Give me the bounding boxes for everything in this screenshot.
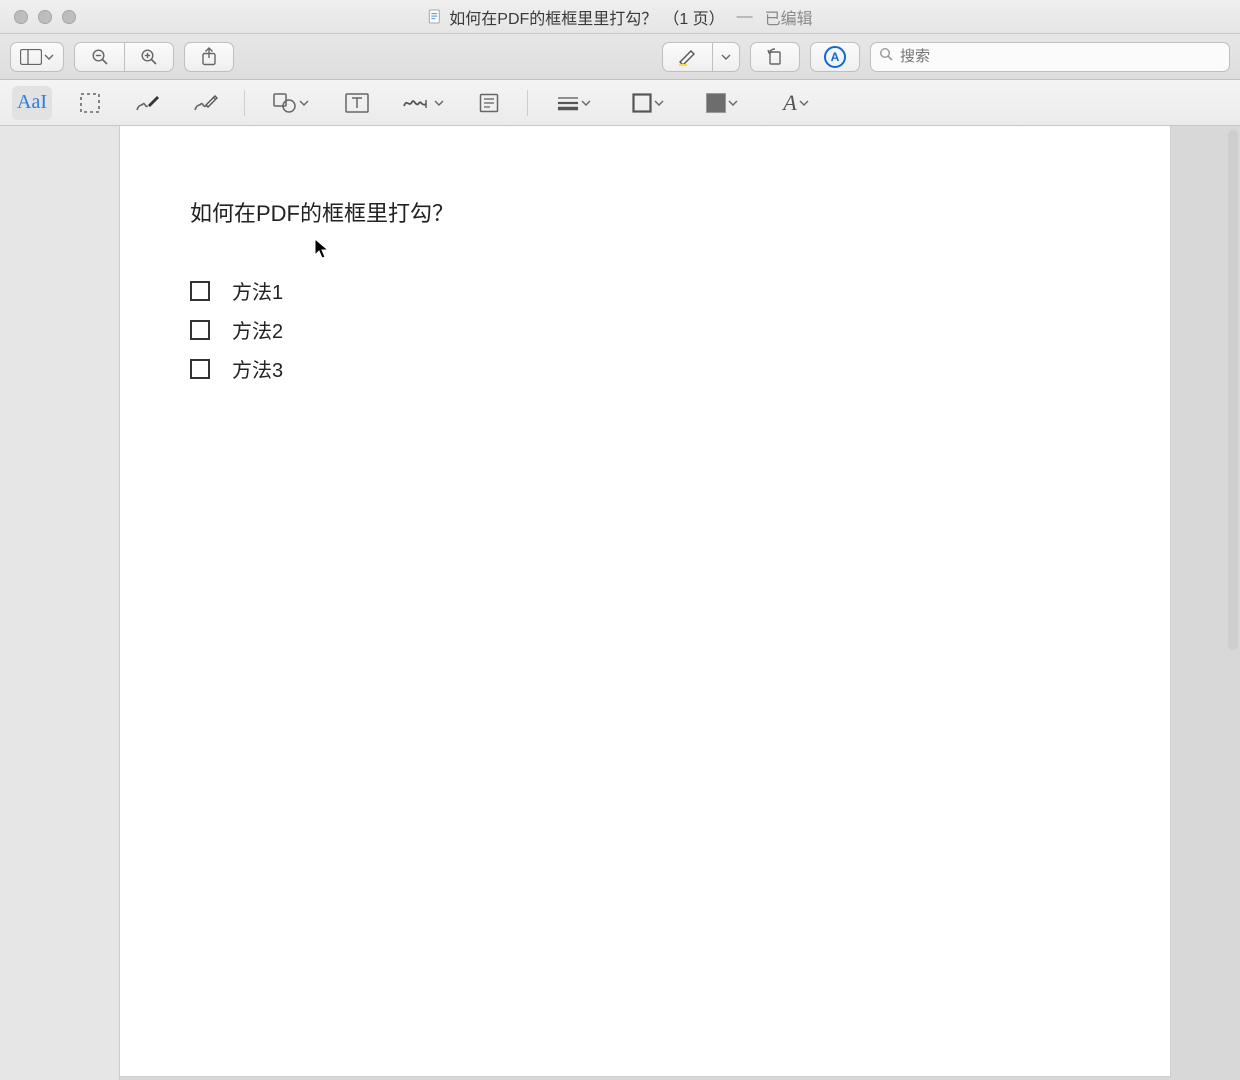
sign-tool[interactable] (395, 86, 451, 120)
search-icon (879, 47, 894, 67)
sketch-icon (135, 92, 161, 114)
chevron-down-icon (434, 98, 444, 108)
chevron-down-icon (581, 98, 591, 108)
document-heading: 如何在PDF的框框里打勾？ (190, 196, 1110, 228)
search-input[interactable] (900, 48, 1221, 65)
text-box-tool[interactable] (337, 86, 377, 120)
text-style-icon: A (783, 90, 796, 116)
signature-icon (402, 94, 432, 112)
list-item-label: 方法2 (232, 315, 283, 344)
minimize-window-button[interactable] (38, 10, 52, 24)
sidebar-toggle-button[interactable] (10, 42, 64, 72)
text-selection-icon: AaI (17, 91, 47, 114)
chevron-down-icon (654, 98, 664, 108)
window-titlebar: 如何在PDF的框框里里打勾？ （1 页） — 已编辑 (0, 0, 1240, 34)
document-title: 如何在PDF的框框里里打勾？ (449, 5, 657, 29)
note-tool[interactable] (469, 86, 509, 120)
highlight-dropdown-button[interactable] (712, 42, 740, 72)
content-area: 如何在PDF的框框里打勾？ 方法1 方法2 方法3 (0, 126, 1240, 1080)
fill-color-tool[interactable] (694, 86, 750, 120)
zoom-in-button[interactable] (124, 42, 174, 72)
search-field[interactable] (870, 42, 1230, 72)
thumbnail-sidebar[interactable] (0, 126, 120, 1080)
list-item-label: 方法1 (232, 276, 283, 305)
highlight-group (662, 42, 740, 72)
document-icon (427, 9, 443, 25)
zoom-out-button[interactable] (74, 42, 124, 72)
markup-toolbar: AaI A (0, 80, 1240, 126)
markup-toggle-button[interactable]: A (810, 42, 860, 72)
chevron-down-icon (728, 98, 738, 108)
text-selection-tool[interactable]: AaI (12, 86, 52, 120)
markup-icon: A (824, 46, 846, 68)
traffic-lights (0, 10, 76, 24)
edited-indicator: 已编辑 (765, 5, 813, 29)
pdf-page[interactable]: 如何在PDF的框框里打勾？ 方法1 方法2 方法3 (120, 126, 1170, 1076)
note-icon (479, 93, 499, 113)
border-color-icon (632, 93, 652, 113)
rect-select-icon (79, 92, 101, 114)
share-button[interactable] (184, 42, 234, 72)
zoom-window-button[interactable] (62, 10, 76, 24)
shapes-tool[interactable] (263, 86, 319, 120)
close-window-button[interactable] (14, 10, 28, 24)
border-weight-tool[interactable] (546, 86, 602, 120)
window-title: 如何在PDF的框框里里打勾？ （1 页） — 已编辑 (427, 5, 812, 29)
draw-icon (193, 92, 219, 114)
border-color-tool[interactable] (620, 86, 676, 120)
list-item: 方法1 (190, 276, 1110, 305)
textbox-icon (345, 93, 369, 113)
toolbar-divider (244, 90, 245, 116)
list-item-label: 方法3 (232, 354, 283, 383)
list-item: 方法3 (190, 354, 1110, 383)
rotate-button[interactable] (750, 42, 800, 72)
chevron-down-icon (299, 98, 309, 108)
shapes-icon (273, 93, 297, 113)
toolbar-divider (527, 90, 528, 116)
text-style-tool[interactable]: A (768, 86, 824, 120)
sketch-tool[interactable] (128, 86, 168, 120)
chevron-down-icon (799, 98, 809, 108)
checkbox-icon[interactable] (190, 320, 210, 340)
vertical-scrollbar[interactable] (1228, 130, 1238, 650)
fill-swatch-icon (706, 93, 726, 113)
highlight-button[interactable] (662, 42, 712, 72)
title-separator: — (737, 8, 753, 26)
page-viewport[interactable]: 如何在PDF的框框里打勾？ 方法1 方法2 方法3 (120, 126, 1240, 1080)
list-item: 方法2 (190, 315, 1110, 344)
checkbox-icon[interactable] (190, 281, 210, 301)
page-count: （1 页） (663, 5, 724, 29)
rectangular-selection-tool[interactable] (70, 86, 110, 120)
primary-toolbar: A (0, 34, 1240, 80)
checkbox-icon[interactable] (190, 359, 210, 379)
line-weight-icon (557, 95, 579, 111)
draw-tool[interactable] (186, 86, 226, 120)
zoom-group (74, 42, 174, 72)
